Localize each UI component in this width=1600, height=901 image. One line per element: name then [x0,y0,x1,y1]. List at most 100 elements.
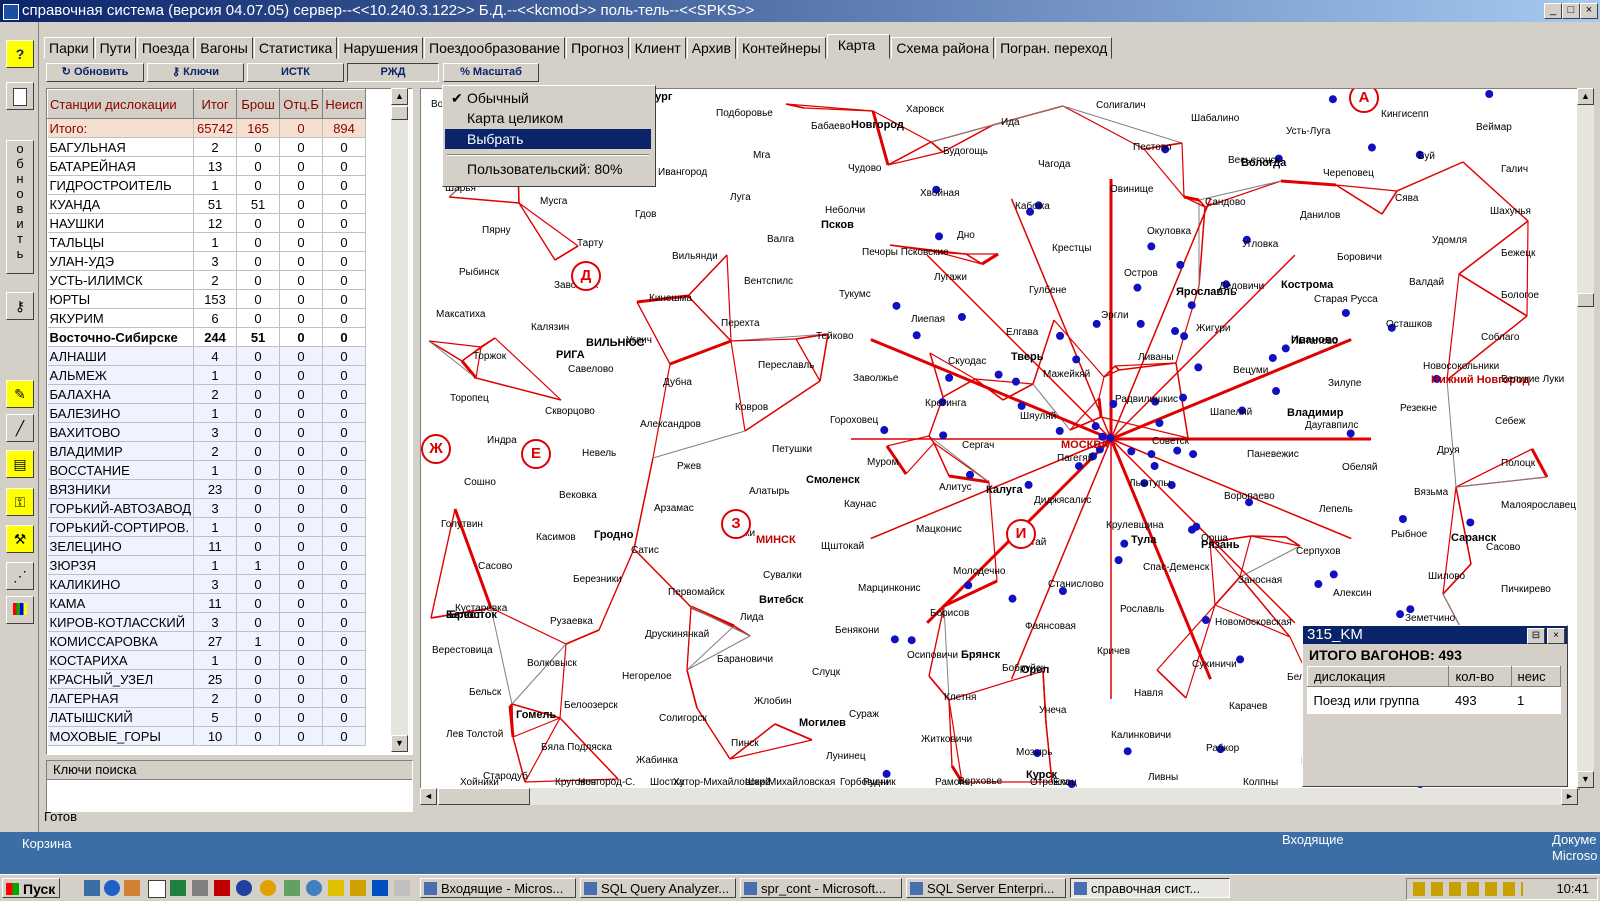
wagon-location-dot[interactable] [880,426,889,435]
map-station-label[interactable]: Шорс [745,777,770,788]
map-station-label[interactable]: Барановичи [717,654,773,665]
map-city-label-major[interactable]: Могилев [799,717,846,729]
map-station-label[interactable]: Воропаево [1224,491,1275,502]
map-station-label[interactable]: Вязьма [1414,487,1448,498]
wagon-location-dot[interactable] [1396,610,1405,619]
map-station-label[interactable]: Калинковичи [1111,730,1171,741]
map-station-label[interactable]: Буй [1418,151,1435,162]
map-station-label[interactable]: Шилово [1428,571,1465,582]
map-station-label[interactable]: Унеча [1039,705,1066,716]
map-station-label[interactable]: Чудово [848,163,882,174]
map-station-label[interactable]: Крестцы [1052,243,1091,254]
map-station-label[interactable]: Заносная [1238,575,1282,586]
map-station-label[interactable]: Негорелое [622,671,672,682]
tab-map[interactable]: Карта [826,34,891,59]
taskbar-task-spr-cont[interactable]: spr_cont - Microsoft... [740,878,902,898]
map-station-label[interactable]: Касимов [536,532,576,543]
map-station-label[interactable]: Угловка [1242,239,1278,250]
scroll-thumb[interactable] [391,106,408,120]
scale-button[interactable]: % Масштаб [443,63,539,82]
wagon-location-dot[interactable] [1189,450,1198,459]
key2-button[interactable]: ⚿ [6,488,34,516]
map-station-label[interactable]: Белоозерск [564,700,618,711]
wagon-location-dot[interactable] [1180,332,1189,341]
map-station-label[interactable]: Сергач [962,440,994,451]
folder-quicklaunch-icon[interactable] [350,880,366,896]
map-station-label[interactable]: Щштокай [821,541,864,552]
wagon-location-dot[interactable] [1268,353,1277,362]
map-station-label[interactable]: Галич [1501,164,1528,175]
wagon-location-dot[interactable] [1147,450,1156,459]
map-station-label[interactable]: Вентспилс [744,276,793,287]
wagon-location-dot[interactable] [1272,387,1281,396]
map-station-label[interactable]: Сасово [478,561,512,572]
wagon-location-dot[interactable] [1127,447,1136,456]
table-row[interactable]: БАТАРЕЙНАЯ 13 0 0 0 [47,156,367,176]
menu-item-custom-scale[interactable]: Пользовательский: 80% [445,159,651,179]
map-station-label[interactable]: Гулбене [1029,285,1067,296]
map-station-label[interactable]: Мусга [540,196,567,207]
popup-titlebar[interactable]: 315_KM ⊟ × [1303,626,1567,644]
tab-violations[interactable]: Нарушения [338,37,424,59]
map-station-label[interactable]: Мацконис [916,524,962,535]
scroll-right-arrow-icon[interactable]: ► [1561,788,1578,805]
wagon-location-dot[interactable] [1485,90,1494,98]
map-station-label[interactable]: Индра [487,435,517,446]
map-station-label[interactable]: Серпухов [1296,546,1341,557]
map-station-label[interactable]: Кабожа [1015,201,1050,212]
map-station-label[interactable]: Пярну [482,225,511,236]
map-station-label[interactable]: Зилупе [1328,378,1361,389]
map-station-label[interactable]: Бологое [1501,290,1539,301]
map-city-label-major[interactable]: Гродно [594,529,633,541]
map-city-label-major[interactable]: Тверь [1011,351,1044,363]
map-station-label[interactable]: Шяуляй [1020,411,1056,422]
map-station-label[interactable]: Спас-Деменск [1143,562,1209,573]
map-station-label[interactable]: Хвойная [920,188,960,199]
map-station-label[interactable]: Ивангород [658,167,707,178]
scroll-up-arrow-icon[interactable]: ▲ [391,88,408,105]
table-row[interactable]: ВЛАДИМИР 2 0 0 0 [47,441,367,461]
tab-tracks[interactable]: Пути [94,37,136,59]
table-row[interactable]: УЛАН-УДЭ 3 0 0 0 [47,251,367,271]
help-button[interactable]: ? [6,40,34,68]
map-station-label[interactable]: Ковров [735,402,768,413]
map-station-label[interactable]: Боровичи [1337,252,1382,263]
total-row[interactable]: Итого: 65742 165 0 894 [47,118,367,138]
map-station-label[interactable]: Солигорск [659,713,707,724]
outlook-quicklaunch-icon[interactable] [124,880,140,896]
map-station-label[interactable]: Первомайск [668,587,724,598]
msn-quicklaunch-icon[interactable] [236,880,252,896]
wagon-location-dot[interactable] [1011,377,1020,386]
map-station-label[interactable]: Бяла Подляска [541,742,612,753]
map-station-label[interactable]: Шостка [650,777,684,788]
map-station-label[interactable]: Шапеляй [1210,407,1252,418]
wagon-location-dot[interactable] [1173,446,1182,455]
map-station-label[interactable]: Алитус [939,482,972,493]
desktop-quicklaunch-icon[interactable] [84,880,100,896]
eraser-button[interactable]: ✎ [6,380,34,408]
wagon-location-dot[interactable] [1328,95,1337,104]
tab-parks[interactable]: Парки [44,37,94,59]
map-station-label[interactable]: Харовск [906,104,944,115]
map-station-label[interactable]: Мозырь [1016,747,1052,758]
map-station-label[interactable]: Фаянсовая [1025,621,1076,632]
map-station-label[interactable]: Тукумс [839,289,871,300]
tab-trains[interactable]: Поезда [136,37,195,59]
map-station-label[interactable]: Марцинконис [858,583,921,594]
map-station-label[interactable]: Дно [957,230,975,241]
map-station-label[interactable]: Рузаевка [550,616,593,627]
taskbar-task-inbox[interactable]: Входящие - Micros... [420,878,576,898]
map-station-label[interactable]: Карачев [1229,701,1267,712]
chart-quicklaunch-icon[interactable] [284,880,300,896]
refresh-vertical-button[interactable]: о б н о в и т ь [6,140,34,274]
key-tool-button[interactable]: ⚷ [6,292,34,320]
tab-archive[interactable]: Архив [686,37,736,59]
map-station-label[interactable]: Усть-Луга [1286,126,1330,137]
table-row[interactable]: ЛАТЫШСКИЙ 5 0 0 0 [47,707,367,727]
map-station-label[interactable]: Житковичи [921,734,972,745]
map-station-label[interactable]: Солигалич [1096,100,1146,111]
wagon-location-dot[interactable] [957,312,966,321]
map-station-label[interactable]: Неболчи [825,205,865,216]
map-station-label[interactable]: Новомосковская [1215,617,1292,628]
wagon-location-dot[interactable] [966,470,975,479]
